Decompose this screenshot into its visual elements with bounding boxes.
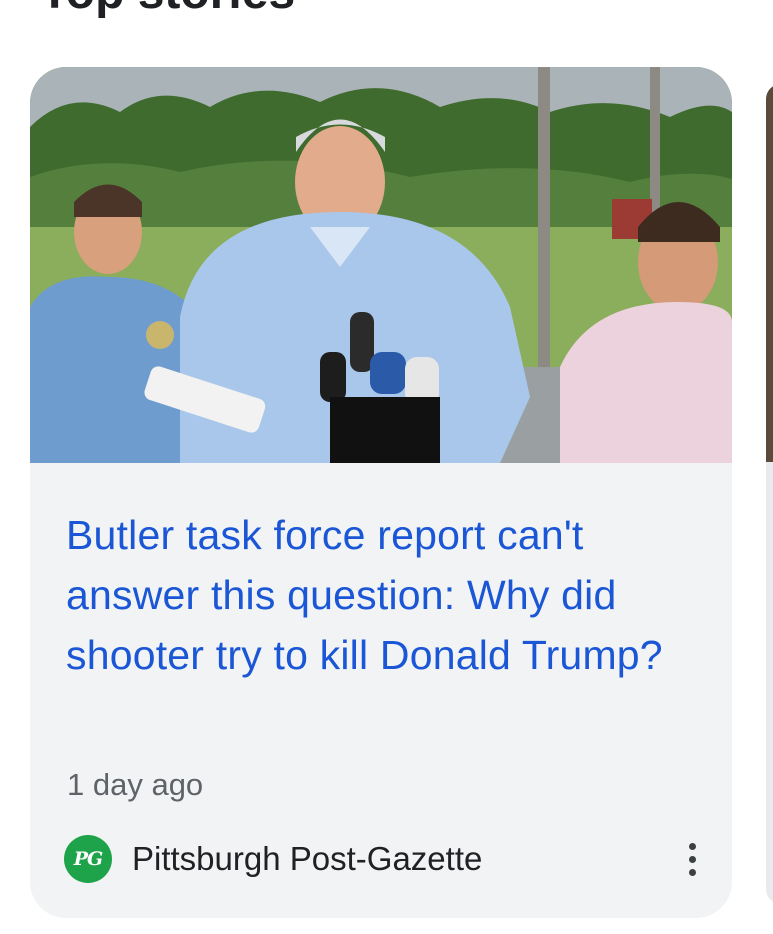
publisher-logo: PG [64,835,112,883]
more-vert-icon [688,842,696,876]
more-options-button[interactable] [670,831,714,887]
section-title: Top stories [40,0,295,17]
next-story-image [766,84,773,462]
story-timestamp: 1 day ago [67,767,204,802]
next-story-card[interactable] [766,84,773,904]
publisher-row: PG Pittsburgh Post-Gazette [64,835,704,883]
story-image[interactable] [30,67,732,463]
story-card[interactable]: Butler task force report can't answer th… [30,67,732,918]
story-headline[interactable]: Butler task force report can't answer th… [66,505,706,685]
publisher-name[interactable]: Pittsburgh Post-Gazette [132,840,482,878]
